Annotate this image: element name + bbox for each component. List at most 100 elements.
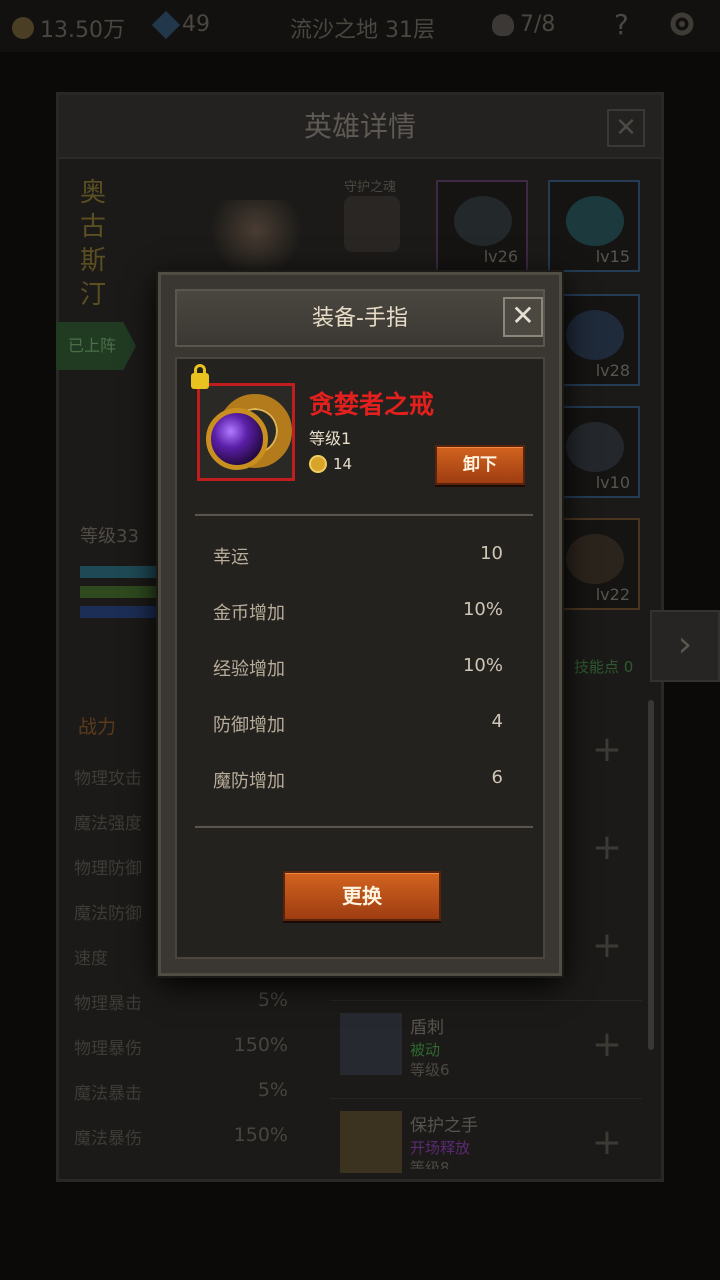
gem-stone-icon bbox=[206, 408, 268, 470]
attribute-label: 魔法暴击 bbox=[74, 1084, 142, 1104]
gem-counter: 49 bbox=[151, 10, 210, 39]
item-name: 贪婪者之戒 bbox=[309, 390, 435, 419]
lives-counter: 7/8 bbox=[492, 12, 555, 37]
stat-label: 幸运 bbox=[213, 547, 249, 568]
attribute-label: 物理防御 bbox=[74, 859, 142, 879]
equip-slot-head[interactable]: lv26 bbox=[436, 180, 528, 272]
plus-icon[interactable]: + bbox=[586, 828, 628, 870]
slot-level: lv28 bbox=[595, 361, 630, 380]
skills-scrollbar[interactable] bbox=[648, 700, 654, 1050]
lock-icon bbox=[191, 364, 209, 389]
skill-name: 盾刺 bbox=[410, 1018, 444, 1038]
coin-icon bbox=[12, 17, 34, 39]
stat-row: 经验增加 10% bbox=[213, 655, 503, 681]
plus-icon[interactable]: + bbox=[586, 1123, 628, 1165]
attribute-label: 物理暴击 bbox=[74, 994, 142, 1014]
gloves-icon bbox=[566, 310, 624, 360]
attribute-label: 物理暴伤 bbox=[74, 1039, 142, 1059]
plus-icon[interactable]: + bbox=[586, 730, 628, 772]
hero-panel-title: 英雄详情 bbox=[59, 95, 661, 159]
stat-value: 10 bbox=[480, 543, 503, 564]
skull-icon bbox=[492, 13, 514, 36]
stat-row: 幸运 10 bbox=[213, 543, 503, 569]
attribute-value: 5% bbox=[257, 1079, 288, 1101]
skill-points: 技能点 0 bbox=[574, 658, 634, 676]
amulet-icon bbox=[566, 196, 624, 246]
ring-slot-icon bbox=[566, 422, 624, 472]
attributes-title: 战力 bbox=[78, 716, 117, 738]
skill-type: 开场释放 bbox=[410, 1139, 471, 1157]
stat-value: 4 bbox=[491, 711, 503, 732]
equipment-modal: 装备-手指 ✕ 贪婪者之戒 等级1 14 卸下 幸运 10 金币增加 10% 经验增… bbox=[158, 272, 562, 976]
equip-slot-neck[interactable]: lv15 bbox=[548, 180, 640, 272]
attribute-value: 150% bbox=[233, 1124, 288, 1146]
hp-bar bbox=[80, 566, 160, 578]
attribute-label: 速度 bbox=[74, 949, 108, 969]
replace-button[interactable]: 更换 bbox=[283, 871, 441, 921]
skill-type: 被动 bbox=[410, 1041, 441, 1059]
shield-spike-icon bbox=[340, 1013, 402, 1075]
stat-row: 防御增加 4 bbox=[213, 711, 503, 737]
guardian-pet-icon[interactable] bbox=[344, 196, 400, 252]
skill-level: 等级8 bbox=[410, 1159, 450, 1169]
chevron-right-icon[interactable]: › bbox=[650, 610, 720, 682]
gold-value: 13.50万 bbox=[40, 18, 125, 43]
stat-value: 6 bbox=[491, 767, 503, 788]
skill-row[interactable]: 保护之手 开场释放 等级8 + bbox=[330, 1098, 642, 1173]
stat-row: 魔防增加 6 bbox=[213, 767, 503, 793]
attribute-row: 物理暴击 5% bbox=[74, 989, 292, 1014]
divider bbox=[195, 513, 533, 516]
attribute-value: 5% bbox=[257, 989, 288, 1011]
attribute-label: 魔法强度 bbox=[74, 814, 142, 834]
skill-name: 保护之手 bbox=[410, 1116, 478, 1136]
gem-icon bbox=[151, 10, 181, 39]
attribute-row: 魔法暴伤 150% bbox=[74, 1124, 292, 1149]
attribute-label: 魔法防御 bbox=[74, 904, 142, 924]
close-icon[interactable]: ✕ bbox=[503, 297, 543, 337]
stat-value: 10% bbox=[462, 655, 503, 676]
stat-label: 经验增加 bbox=[213, 659, 285, 680]
slot-level: lv15 bbox=[595, 247, 630, 266]
coin-icon bbox=[309, 455, 327, 473]
slot-level: lv26 bbox=[483, 247, 518, 266]
attribute-label: 魔法暴伤 bbox=[74, 1129, 142, 1149]
gem-value: 49 bbox=[182, 12, 210, 37]
skill-row[interactable]: 盾刺 被动 等级6 + bbox=[330, 1000, 642, 1084]
attribute-value: 150% bbox=[233, 1034, 288, 1056]
skill-level: 等级6 bbox=[410, 1061, 450, 1079]
item-price: 14 bbox=[333, 455, 353, 473]
lives-value: 7/8 bbox=[520, 12, 556, 37]
modal-title: 装备-手指 bbox=[175, 289, 545, 347]
attribute-label: 物理攻击 bbox=[74, 769, 142, 789]
plus-icon[interactable]: + bbox=[586, 926, 628, 968]
close-icon[interactable]: ✕ bbox=[607, 109, 645, 147]
hand-icon bbox=[340, 1111, 402, 1173]
stat-label: 防御增加 bbox=[213, 715, 285, 736]
exp-bar bbox=[80, 586, 160, 598]
helmet-icon bbox=[454, 196, 512, 246]
stat-label: 金币增加 bbox=[213, 603, 285, 624]
mp-bar bbox=[80, 606, 160, 618]
settings-icon[interactable] bbox=[668, 10, 696, 38]
modal-body: 贪婪者之戒 等级1 14 卸下 幸运 10 金币增加 10% 经验增加 10% 防御增… bbox=[175, 357, 545, 959]
help-icon[interactable]: ? bbox=[614, 8, 629, 41]
stat-value: 10% bbox=[462, 599, 503, 620]
shield-icon bbox=[566, 534, 624, 584]
hero-level: 等级33 bbox=[80, 526, 139, 547]
stat-row: 金币增加 10% bbox=[213, 599, 503, 625]
unequip-button[interactable]: 卸下 bbox=[435, 445, 525, 485]
top-status-bar: 13.50万 49 流沙之地 31层 7/8 ? bbox=[0, 0, 720, 52]
slot-level: lv10 bbox=[595, 473, 630, 492]
deployed-badge: 已上阵 bbox=[56, 322, 136, 370]
plus-icon[interactable]: + bbox=[586, 1025, 628, 1067]
item-slot[interactable] bbox=[197, 383, 295, 481]
location-label: 流沙之地 31层 bbox=[290, 18, 435, 43]
gold-counter: 13.50万 bbox=[12, 12, 125, 44]
hero-portrait[interactable] bbox=[208, 200, 304, 276]
slot-level: lv22 bbox=[595, 585, 630, 604]
stat-label: 魔防增加 bbox=[213, 771, 285, 792]
attribute-row: 魔法暴击 5% bbox=[74, 1079, 292, 1104]
attribute-row: 物理暴伤 150% bbox=[74, 1034, 292, 1059]
hero-name: 奥古斯汀 bbox=[80, 178, 107, 310]
item-level: 等级1 bbox=[309, 429, 352, 448]
